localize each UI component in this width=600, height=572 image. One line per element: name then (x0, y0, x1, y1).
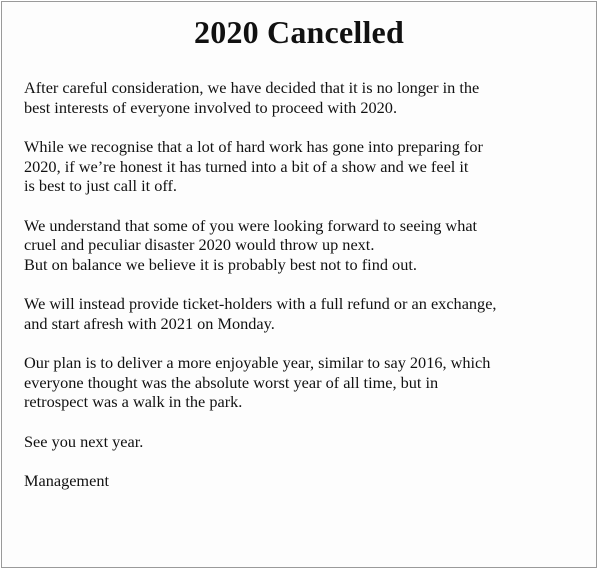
paragraph-disaster: We understand that some of you were look… (24, 216, 584, 275)
text-line: Our plan is to deliver a more enjoyable … (24, 353, 491, 372)
signature: Management (24, 471, 584, 491)
text-line: After careful consideration, we have dec… (24, 78, 480, 97)
text-line: best interests of everyone involved to p… (24, 97, 398, 117)
page-title: 2020 Cancelled (194, 14, 404, 50)
notice-page: 2020 Cancelled After careful considerati… (1, 1, 597, 568)
paragraph-plan: Our plan is to deliver a more enjoyable … (24, 353, 584, 412)
text-line: is best to just call it off. (24, 176, 178, 195)
text-line: everyone thought was the absolute worst … (24, 372, 439, 392)
text-line: See you next year. (24, 431, 144, 451)
paragraph-hard-work: While we recognise that a lot of hard wo… (24, 137, 584, 196)
text-line: Management (24, 471, 109, 490)
text-line: 2020, if we’re honest it has turned into… (24, 156, 469, 176)
paragraph-closing: See you next year. (24, 432, 584, 452)
paragraph-refund: We will instead provide ticket-holders w… (24, 294, 584, 333)
text-line: But on balance we believe it is probably… (24, 254, 417, 274)
paragraph-intro: After careful consideration, we have dec… (24, 78, 584, 117)
notice-body: After careful consideration, we have dec… (24, 78, 584, 511)
text-line: cruel and peculiar disaster 2020 would t… (24, 235, 375, 254)
text-line: While we recognise that a lot of hard wo… (24, 137, 483, 156)
text-line: We understand that some of you were look… (24, 215, 478, 235)
text-line: and start afresh with 2021 on Monday. (24, 313, 275, 333)
text-line: We will instead provide ticket-holders w… (24, 294, 497, 313)
text-line: retrospect was a walk in the park. (24, 392, 243, 411)
